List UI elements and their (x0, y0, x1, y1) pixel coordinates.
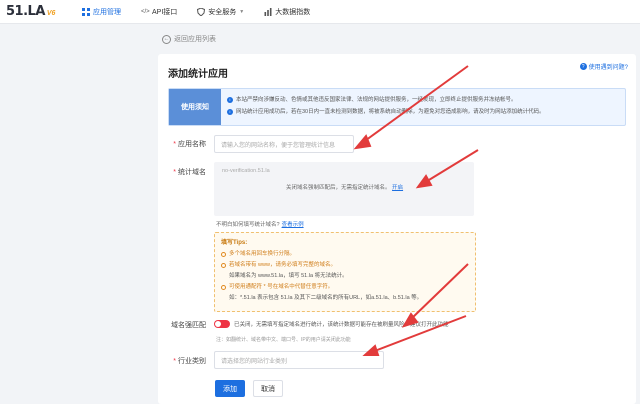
bullet-icon (221, 252, 226, 257)
tip-text: 如：*.51.la 表示包含 51.la 及其下二级域名的所有URL，如a.51… (229, 295, 423, 301)
notice-text: 本站严禁向涉嫌反动、色情或其他违反国家法律、法规的网站提供服务，一经发现，立即终… (236, 97, 517, 103)
app-name-label-text: 应用名称 (178, 141, 206, 148)
view-example-link[interactable]: 查看示例 (282, 222, 304, 228)
help-icon: ? (579, 63, 587, 70)
tip-text: 多个域名用回车换行分隔。 (229, 251, 296, 257)
back-link[interactable]: ← 返回应用列表 (162, 34, 216, 44)
nav-label: 安全服务 (208, 8, 237, 16)
notice-line: i 本站严禁向涉嫌反动、色情或其他违反国家法律、法规的网站提供服务，一经发现，立即… (227, 94, 545, 106)
nav-item-big-data[interactable]: 大数据指数 (254, 0, 320, 24)
main-card: 添加统计应用 ? 使用遇到问题? 使用须知 i 本站严禁向涉嫌反动、色情或其他违反… (158, 54, 636, 404)
notice-tag: 使用须知 (169, 89, 221, 125)
page-title: 添加统计应用 (168, 69, 228, 80)
app-name-input[interactable]: 请输入您的网站名称，便于您管理统计信息 (214, 135, 354, 153)
bullet-icon (221, 285, 226, 290)
nav-label: 大数据指数 (275, 8, 311, 16)
back-link-label: 返回应用列表 (174, 36, 216, 43)
tips-title: 填写Tips: (221, 240, 248, 246)
cancel-button[interactable]: 取消 (253, 380, 283, 397)
notice-text: 网站统计应用成功后，若在30日内一直未检测到数据，将被系统自动删除，为避免对您造… (236, 109, 545, 115)
sidebar-area (0, 24, 140, 404)
domain-label-text: 统计域名 (178, 169, 206, 176)
tip-item: 可使用通配符 * 号在域名中代替任意字符。 (221, 282, 469, 293)
match-description: 已关闭，无需填写指定域名进行统计，该统计数据可能存在被刷量风险，建议打开此功能 (234, 322, 449, 328)
industry-select[interactable]: 请选择您的网站行业类别 (214, 351, 384, 369)
match-label: 域名强匹配 (162, 320, 206, 330)
nav-label: 应用管理 (93, 8, 121, 16)
notice-line: i 网站统计应用成功后，若在30日内一直未检测到数据，将被系统自动删除，为避免对您… (227, 106, 545, 118)
add-button[interactable]: 添加 (215, 380, 245, 397)
tip-text: 可使用通配符 * 号在域名中代替任意字符。 (229, 284, 334, 290)
code-icon: </> (141, 8, 150, 15)
shield-icon (197, 7, 206, 16)
match-label-text: 域名强匹配 (171, 322, 206, 329)
domain-textarea[interactable]: no-verification.51.la 关闭域名强制匹配后，无需指定统计域名… (214, 162, 474, 216)
tip-text: 如果域名为 www.51.la，填写 51.la 将无法统计。 (229, 273, 348, 279)
nav-item-api[interactable]: </> API接口 (131, 0, 187, 24)
match-note: 注：如翻统计、域名带中文、端口号、IP的用户请关闭此功能 (216, 337, 351, 343)
chart-icon (264, 7, 272, 16)
help-link-label: 使用遇到问题? (588, 65, 628, 71)
chevron-down-icon: ▼ (239, 8, 245, 15)
bullet-icon (221, 263, 226, 268)
hint-text: 不明白如何填写统计域名? (216, 222, 280, 228)
domain-match-toggle[interactable] (214, 320, 230, 328)
industry-label-text: 行业类别 (178, 358, 206, 365)
top-nav: 51.LA V6 应用管理 </> API接口 安全服务 ▼ 大数据指数 (0, 0, 640, 24)
logo[interactable]: 51.LA V6 (6, 4, 72, 19)
app-name-label: * 应用名称 (173, 141, 206, 148)
info-icon: i (227, 97, 233, 103)
domain-hint: 不明白如何填写统计域名? 查看示例 (216, 220, 304, 228)
nav-label: API接口 (152, 8, 178, 16)
arrow-left-icon: ← (162, 34, 171, 44)
domain-msg-text: 关闭域名强制匹配后，无需指定统计域名。 (286, 185, 391, 191)
domain-placeholder: no-verification.51.la (222, 168, 270, 174)
usage-notice: 使用须知 i 本站严禁向涉嫌反动、色情或其他违反国家法律、法规的网站提供服务，一经… (168, 88, 626, 126)
nav-item-app-management[interactable]: 应用管理 (72, 0, 131, 24)
tip-item: 多个域名用回车换行分隔。 (221, 249, 469, 260)
domain-disabled-message: 关闭域名强制匹配后，无需指定统计域名。 开启 (286, 183, 403, 191)
help-link[interactable]: ? 使用遇到问题? (579, 62, 628, 71)
tip-item: 如：*.51.la 表示包含 51.la 及其下二级域名的所有URL，如a.51… (221, 293, 469, 304)
logo-version: V6 (46, 10, 56, 17)
tips-box: 填写Tips: 多个域名用回车换行分隔。 若域名带有 www，请务必填写完整的域… (214, 232, 476, 312)
domain-label: * 统计域名 (173, 169, 206, 176)
tip-text: 若域名带有 www，请务必填写完整的域名。 (229, 262, 336, 268)
tip-item: 若域名带有 www，请务必填写完整的域名。 (221, 260, 469, 271)
info-icon: i (227, 109, 233, 115)
tip-item: 如果域名为 www.51.la，填写 51.la 将无法统计。 (221, 271, 469, 282)
grid-icon (82, 7, 90, 16)
nav-item-security[interactable]: 安全服务 ▼ (187, 0, 254, 24)
enable-match-link[interactable]: 开启 (392, 185, 403, 191)
industry-label: * 行业类别 (173, 358, 206, 365)
logo-text: 51.LA (6, 4, 45, 19)
